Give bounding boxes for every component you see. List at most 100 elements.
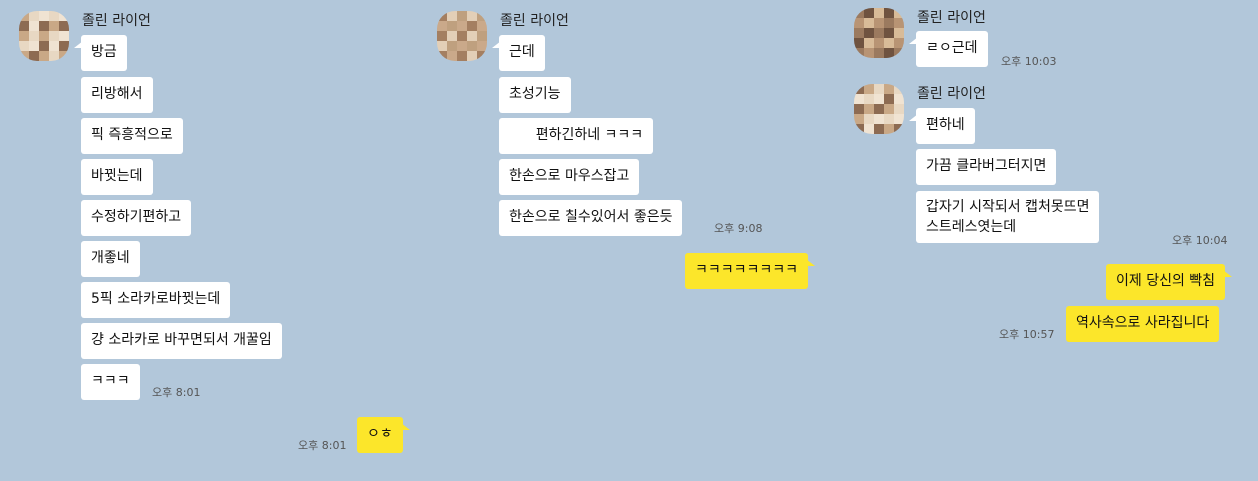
avatar-mosaic-cell (39, 31, 49, 41)
avatar-mosaic-cell (477, 51, 487, 61)
message-bubble: ㄹㅇ근데 (909, 31, 988, 67)
avatar-mosaic-cell (894, 94, 904, 104)
avatar-mosaic-cell (874, 104, 884, 114)
avatar-mosaic-cell (874, 94, 884, 104)
avatar-mosaic-cell (29, 31, 39, 41)
avatar-mosaic-cell (884, 18, 894, 28)
avatar-mosaic-cell (457, 41, 467, 51)
avatar-mosaic-cell (884, 38, 894, 48)
message-bubble: 초성기능 (499, 77, 571, 113)
avatar-mosaic-cell (864, 48, 874, 58)
avatar-mosaic-cell (437, 31, 447, 41)
avatar-mosaic-cell (854, 84, 864, 94)
avatar-mosaic-cell (894, 48, 904, 58)
message-bubble: 리방해서 (81, 77, 153, 113)
avatar-mosaic-cell (864, 18, 874, 28)
avatar-mosaic-cell (874, 38, 884, 48)
avatar-mosaic-cell (19, 11, 29, 21)
avatar-mosaic-cell (49, 51, 59, 61)
avatar-mosaic-cell (39, 51, 49, 61)
avatar-mosaic-cell (854, 38, 864, 48)
avatar-mosaic-cell (884, 114, 894, 124)
avatar-mosaic-cell (854, 48, 864, 58)
message-bubble: 편하네 (909, 108, 975, 144)
avatar-mosaic-cell (864, 8, 874, 18)
avatar-mosaic-cell (437, 41, 447, 51)
avatar[interactable] (854, 84, 904, 134)
avatar-mosaic-cell (854, 114, 864, 124)
avatar-mosaic-cell (437, 11, 447, 21)
avatar-mosaic-cell (39, 21, 49, 31)
avatar-mosaic-cell (59, 51, 69, 61)
avatar-mosaic-cell (894, 8, 904, 18)
avatar-mosaic-cell (894, 104, 904, 114)
avatar-mosaic-cell (894, 124, 904, 134)
chat-panel-3: 졸린 라이언 ㄹㅇ근데 오후 10:03 졸린 라이언 편하네 가끔 클라버그터… (835, 0, 1258, 481)
avatar-mosaic-cell (864, 124, 874, 134)
avatar-mosaic-cell (29, 51, 39, 61)
avatar-mosaic-cell (39, 41, 49, 51)
avatar[interactable] (19, 11, 69, 61)
avatar-mosaic-cell (457, 21, 467, 31)
avatar-mosaic-cell (854, 124, 864, 134)
message-bubble: 픽 즉흥적으로 (81, 118, 183, 154)
message-bubble: 편하긴하네 ㅋㅋㅋ (499, 118, 654, 154)
message-bubble: 한손으로 마우스잡고 (499, 159, 640, 195)
message-time: 오후 9:08 (714, 222, 763, 235)
avatar-mosaic-cell (447, 51, 457, 61)
avatar-mosaic-cell (894, 28, 904, 38)
sender-name: 졸린 라이언 (500, 13, 569, 29)
message-time: 오후 10:03 (1001, 55, 1057, 68)
avatar-mosaic-cell (894, 114, 904, 124)
avatar-mosaic-cell (884, 28, 894, 38)
avatar-mosaic-cell (884, 84, 894, 94)
my-message-bubble: 역사속으로 사라집니다 (1066, 306, 1220, 342)
avatar-mosaic-cell (49, 21, 59, 31)
avatar[interactable] (437, 11, 487, 61)
avatar-mosaic-cell (457, 31, 467, 41)
avatar-mosaic-cell (874, 18, 884, 28)
avatar-mosaic-cell (39, 11, 49, 21)
my-message-bubble: ㅇㅎ (357, 417, 410, 453)
avatar-mosaic-cell (447, 21, 457, 31)
message-bubble: 5픽 소라카로바뀟는데 (81, 282, 231, 318)
avatar-mosaic-cell (874, 48, 884, 58)
avatar-mosaic-cell (19, 21, 29, 31)
avatar-mosaic-cell (59, 11, 69, 21)
avatar-mosaic-cell (19, 41, 29, 51)
message-bubble: 수정하기편하고 (81, 200, 192, 236)
avatar-mosaic-cell (894, 38, 904, 48)
chat-panel-2: 졸린 라이언 근데 초성기능 편하긴하네 ㅋㅋㅋ 한손으로 마우스잡고 한손으로… (418, 0, 838, 481)
avatar-mosaic-cell (29, 11, 39, 21)
message-bubble: 방금 (74, 35, 127, 71)
avatar-mosaic-cell (49, 31, 59, 41)
avatar-mosaic-cell (29, 41, 39, 51)
avatar-mosaic-cell (457, 51, 467, 61)
avatar-mosaic-cell (447, 41, 457, 51)
message-bubble: 근데 (492, 35, 545, 71)
avatar-mosaic-cell (437, 21, 447, 31)
avatar-mosaic-cell (29, 21, 39, 31)
message-bubble: 바뀟는데 (81, 159, 153, 195)
message-bubble: 갑자기 시작되서 캡처못뜨면 스트레스엿는데 (916, 191, 1100, 243)
avatar-mosaic-cell (19, 31, 29, 41)
avatar-mosaic-cell (457, 11, 467, 21)
chat-panel-1: 졸린 라이언 방금 리방해서 픽 즉흥적으로 바뀟는데 수정하기편하고 개좋네 … (0, 0, 420, 481)
my-message-bubble: 이제 당신의 빡침 (1106, 264, 1233, 300)
avatar-mosaic-cell (467, 41, 477, 51)
avatar-mosaic-cell (894, 84, 904, 94)
avatar-mosaic-cell (49, 41, 59, 51)
avatar-mosaic-cell (854, 18, 864, 28)
avatar-mosaic-cell (864, 114, 874, 124)
message-bubble: 가끔 클라버그터지면 (916, 149, 1057, 185)
message-time: 오후 10:04 (1172, 234, 1228, 247)
avatar-mosaic-cell (49, 11, 59, 21)
avatar[interactable] (854, 8, 904, 58)
avatar-mosaic-cell (854, 8, 864, 18)
avatar-mosaic-cell (467, 11, 477, 21)
avatar-mosaic-cell (447, 31, 457, 41)
avatar-mosaic-cell (864, 38, 874, 48)
avatar-mosaic-cell (59, 21, 69, 31)
avatar-mosaic-cell (467, 51, 477, 61)
message-time: 오후 8:01 (152, 386, 201, 399)
